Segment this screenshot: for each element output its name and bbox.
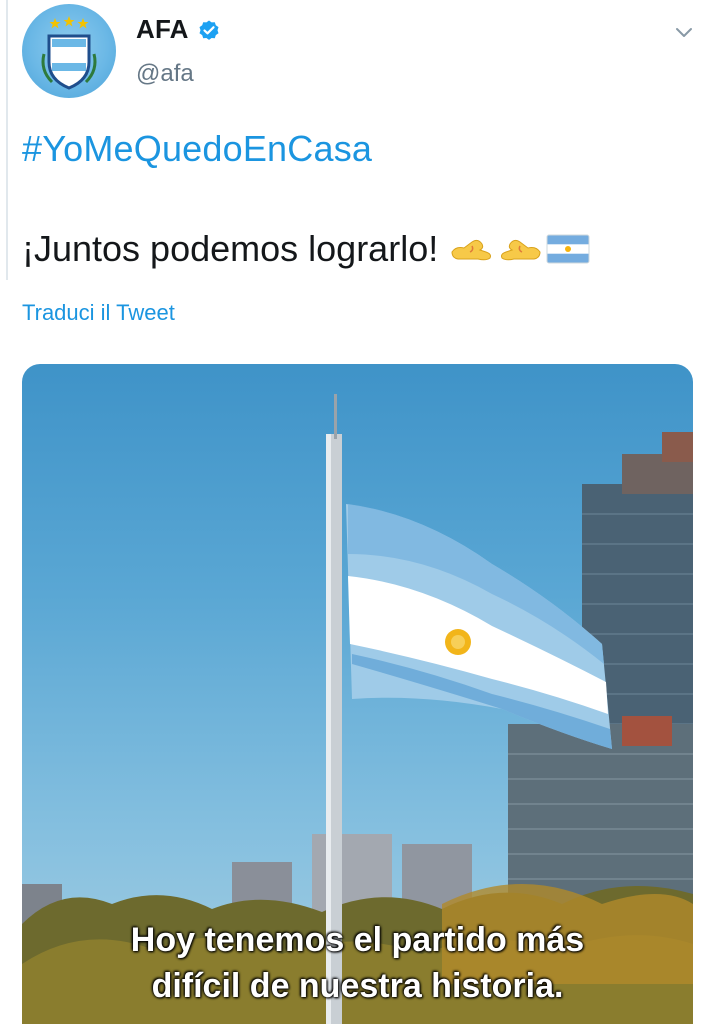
author-handle[interactable]: @afa (136, 60, 194, 88)
avatar[interactable] (22, 4, 116, 98)
thread-line (6, 0, 8, 280)
author-name-row[interactable]: AFA (136, 14, 221, 45)
flexed-biceps-icon (501, 239, 541, 261)
display-name[interactable]: AFA (136, 14, 189, 45)
video-caption-line-2: difícil de nuestra historia. (151, 967, 564, 1005)
verified-badge-icon (199, 20, 219, 40)
afa-crest-icon (41, 16, 97, 90)
tweet-text-content: ¡Juntos podemos lograrlo! (22, 228, 439, 269)
tweet-media-video[interactable]: Hoy tenemos el partido más difícil de nu… (22, 364, 693, 1024)
emoji-row (450, 234, 590, 264)
tweet-page: AFA @afa #YoMeQuedoEnCasa ¡Juntos podemo… (0, 0, 714, 1024)
translate-tweet-link[interactable]: Traduci il Tweet (22, 300, 175, 326)
video-caption-line-1: Hoy tenemos el partido más (130, 921, 585, 959)
argentina-flag-icon (546, 234, 590, 264)
flexed-biceps-icon (451, 239, 492, 261)
hashtag-link[interactable]: #YoMeQuedoEnCasa (22, 128, 372, 170)
tweet-text: ¡Juntos podemos lograrlo! (22, 228, 590, 270)
chevron-down-icon[interactable] (672, 20, 696, 44)
